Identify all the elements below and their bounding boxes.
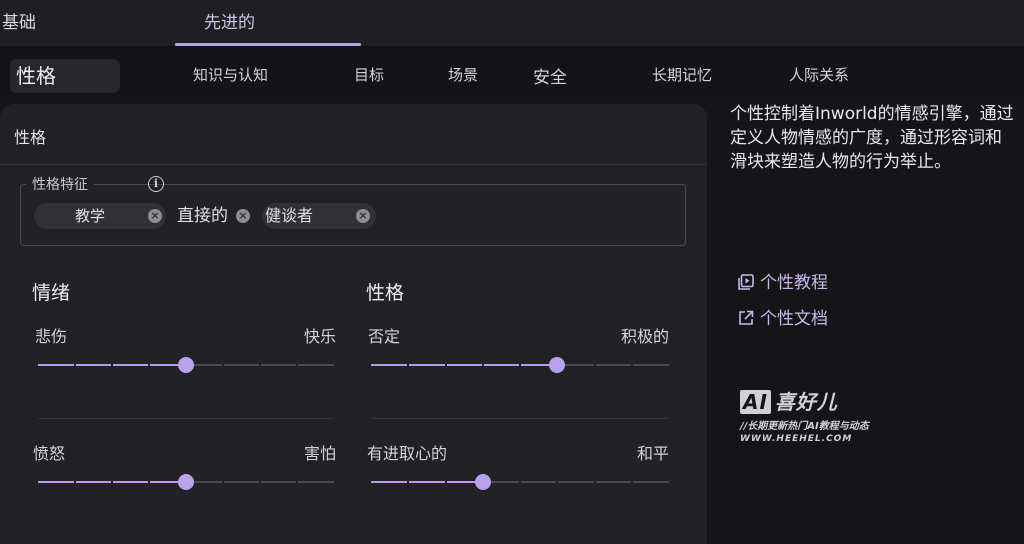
tab-basic[interactable]: 基础: [2, 8, 36, 33]
slider-tick: [519, 479, 521, 485]
emotion-section-title: 情绪: [32, 282, 71, 304]
link-label: 个性文档: [760, 309, 828, 329]
slider-tick: [593, 362, 596, 368]
personality-description: 个性控制着Inworld的情感引擎，通过定义人物情感的广度，通过形容词和滑块来塑…: [730, 104, 1014, 172]
tab-advanced[interactable]: 先进的: [204, 8, 255, 33]
slider-left-label: 悲伤: [35, 327, 68, 346]
trait-chip: 教学 ×: [34, 203, 166, 229]
slider-right-label: 和平: [637, 444, 670, 463]
slider-tick: [222, 362, 224, 368]
watermark-url: WWW.HEEHEL.COM: [740, 434, 853, 444]
slider-right-label: 积极的: [621, 327, 670, 346]
slider-fill: [371, 364, 558, 366]
nav-item-knowledge[interactable]: 知识与认知: [193, 64, 268, 85]
traits-label: 性格特征: [26, 174, 94, 194]
watermark-ai-badge: AI: [740, 390, 771, 414]
slider-right-label: 害怕: [304, 444, 337, 463]
watermark-brand: 喜好儿: [774, 390, 838, 414]
link-label: 个性教程: [760, 273, 828, 293]
slider-tick: [259, 479, 261, 485]
slider-tick: [259, 362, 261, 368]
personality-card: 性格 性格特征 i 教学 × 直接的 × 健谈者 × 情绪 悲伤 快乐 愤怒 害…: [0, 104, 707, 544]
slider-tick: [111, 362, 113, 368]
slider-tick: [407, 479, 410, 485]
slider-tick: [74, 362, 76, 368]
nav-item-goals[interactable]: 目标: [354, 64, 384, 85]
slider-left-label: 有进取心的: [367, 444, 448, 463]
personality-section-title: 性格: [366, 282, 405, 304]
nav-item-scene[interactable]: 场景: [448, 64, 478, 85]
watermark-logo: AI 喜好儿: [740, 386, 869, 415]
slider-left-label: 否定: [368, 327, 401, 346]
card-divider: [0, 164, 707, 165]
slider-tick: [444, 479, 447, 485]
info-icon[interactable]: i: [148, 176, 164, 192]
slider-thumb[interactable]: [178, 357, 194, 373]
slider-tick: [593, 479, 596, 485]
remove-chip-icon[interactable]: ×: [148, 209, 162, 223]
slider-tick: [481, 362, 484, 368]
watermark: AI 喜好儿 //长期更新热门AI教程与动态 WWW.HEEHEL.COM: [740, 386, 869, 444]
video-icon: [738, 274, 754, 290]
slider-tick: [630, 362, 633, 368]
slider-tick: [296, 362, 298, 368]
slider-tick: [74, 479, 76, 485]
slider-tick: [222, 479, 224, 485]
sad-happy-slider[interactable]: [38, 357, 334, 373]
personality-docs-link[interactable]: 个性文档: [738, 304, 828, 329]
remove-chip-icon[interactable]: ×: [236, 209, 250, 223]
slider-tick: [444, 362, 447, 368]
nav-item-safety[interactable]: 安全: [533, 63, 567, 88]
trait-chip-label: 直接的: [177, 206, 228, 226]
negative-positive-slider[interactable]: [371, 357, 669, 373]
slider-tick: [148, 362, 150, 368]
watermark-tagline: //长期更新热门AI教程与动态: [740, 421, 869, 432]
slider-thumb[interactable]: [474, 474, 491, 490]
section-divider: [38, 418, 334, 419]
slider-tick: [407, 362, 410, 368]
slider-tick: [519, 362, 521, 368]
slider-right-label: 快乐: [304, 327, 337, 346]
nav-item-relationships[interactable]: 人际关系: [789, 64, 849, 85]
slider-tick: [296, 479, 298, 485]
trait-chip: 健谈者 ×: [262, 203, 376, 229]
nav-item-long-term-memory[interactable]: 长期记忆: [652, 64, 712, 85]
trait-chip-label: 教学: [75, 207, 106, 225]
slider-tick: [630, 479, 633, 485]
slider-tick: [148, 479, 150, 485]
slider-tick: [111, 479, 113, 485]
slider-tick: [556, 479, 559, 485]
slider-thumb[interactable]: [549, 357, 566, 373]
slider-left-label: 愤怒: [33, 444, 66, 463]
remove-chip-icon[interactable]: ×: [356, 209, 370, 223]
external-link-icon: [738, 310, 754, 326]
slider-fill: [371, 481, 483, 483]
slider-thumb[interactable]: [178, 474, 194, 490]
nav-item-personality[interactable]: 性格: [10, 59, 120, 93]
trait-chip-label: 健谈者: [265, 206, 314, 225]
trait-chip: 直接的 ×: [174, 203, 254, 229]
card-title: 性格: [14, 128, 47, 147]
section-divider: [371, 418, 669, 419]
top-tab-bar: 基础 先进的: [0, 0, 1024, 46]
personality-tutorial-link[interactable]: 个性教程: [738, 268, 828, 293]
section-nav: 性格 知识与认知 目标 场景 安全 长期记忆 人际关系: [0, 46, 1024, 100]
anger-fear-slider[interactable]: [38, 474, 334, 490]
aggressive-peaceful-slider[interactable]: [371, 474, 669, 490]
